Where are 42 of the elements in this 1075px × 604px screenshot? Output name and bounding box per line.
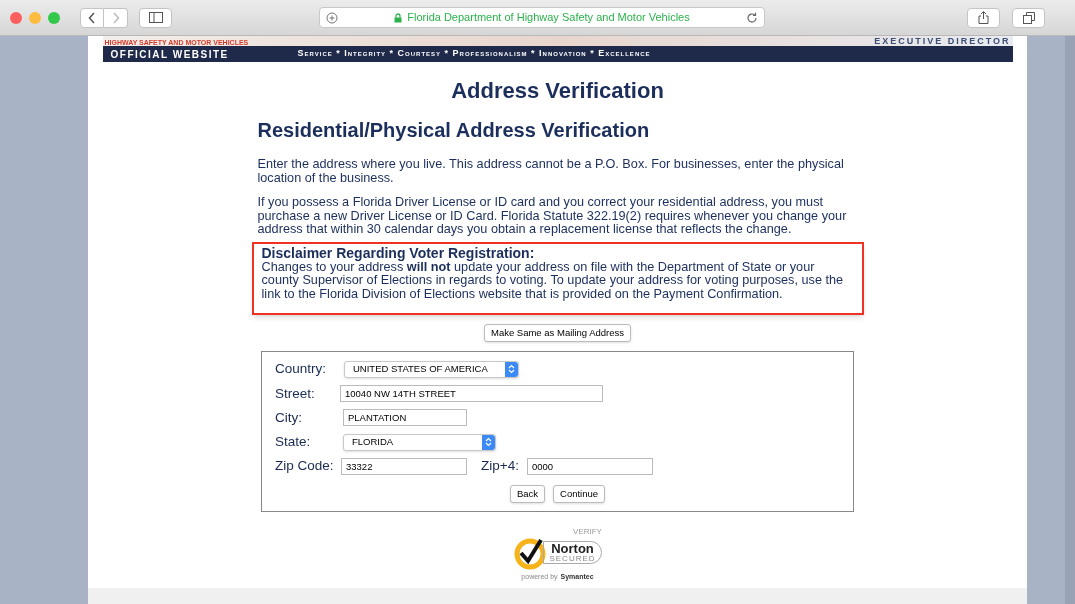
- reload-icon[interactable]: [746, 11, 758, 24]
- lock-icon: [394, 12, 403, 23]
- chevron-icon: [482, 434, 495, 450]
- field-label: City:: [275, 408, 303, 427]
- text-field[interactable]: 33322: [341, 457, 467, 475]
- norton-brand: Norton: [551, 542, 594, 556]
- tabs-icon: [1022, 11, 1035, 24]
- disclaimer-text: Changes to your address will not update your address on file with the Department of State or your county Supervisor of Elections in regards to voting. To update your address for voting purposes, use the link to the Florida Division of Elections website that is provided on the Payment Confirmation.: [261, 260, 845, 301]
- chevron-right-icon: [111, 11, 120, 24]
- same-as-mailing-button[interactable]: Make Same as Mailing Address: [483, 324, 632, 343]
- field-label: Street:: [275, 384, 316, 403]
- secured-label: SECURED: [549, 555, 596, 564]
- field-label: Zip Code:: [275, 457, 335, 476]
- sidebar-button[interactable]: [139, 7, 172, 28]
- director-title: EXECUTIVE DIRECTOR: [874, 37, 1011, 46]
- text-field[interactable]: 0000: [527, 457, 653, 475]
- sidebar-icon: [148, 12, 163, 23]
- info-paragraph: Enter the address where you live. This address cannot be a P.O. Box. For businesses, enter the physical location of the business.: [257, 158, 845, 185]
- info-paragraph: If you possess a Florida Driver License or ID card and you correct your residential address, you must purchase a new Driver License or ID Card. Florida Statute 322.19(2) requires whenever you change your address that within 30 calendar days you obtain a replacement license that reflects the change.: [257, 196, 848, 237]
- field-label: Country:: [275, 360, 328, 379]
- field-label: Zip+4:: [481, 457, 520, 476]
- disclaimer-title: Disclaimer Regarding Voter Registration:: [261, 245, 536, 261]
- field-label: State:: [275, 433, 312, 451]
- page-title: Address Verification: [451, 77, 664, 105]
- select-dropdown[interactable]: UNITED STATES OF AMERICA: [344, 360, 519, 378]
- select-dropdown[interactable]: FLORIDA: [343, 433, 496, 451]
- page-address: Florida Department of Highway Safety and Motor Vehicles: [407, 10, 690, 26]
- tabs-button[interactable]: [1012, 7, 1045, 28]
- verify-label: VERIFY: [573, 527, 602, 536]
- text-field[interactable]: 10040 NW 14TH STREET: [340, 385, 603, 403]
- share-icon: [978, 11, 989, 24]
- form-button[interactable]: Continue: [553, 484, 606, 503]
- text-field[interactable]: PLANTATION: [343, 409, 467, 427]
- add-icon[interactable]: [326, 11, 338, 24]
- form-button[interactable]: Back: [509, 484, 546, 503]
- site-label: OFFICIAL WEBSITE: [110, 47, 230, 62]
- chevron-left-icon: [88, 11, 96, 24]
- share-button[interactable]: [967, 7, 1000, 28]
- section-title: Residential/Physical Address Verification: [257, 118, 651, 143]
- chevron-icon: [505, 361, 518, 377]
- back-nav-button[interactable]: [80, 7, 104, 28]
- site-motto: Service * Integrity * Courtesy * Professionalism * Innovation * Excellence: [297, 47, 651, 61]
